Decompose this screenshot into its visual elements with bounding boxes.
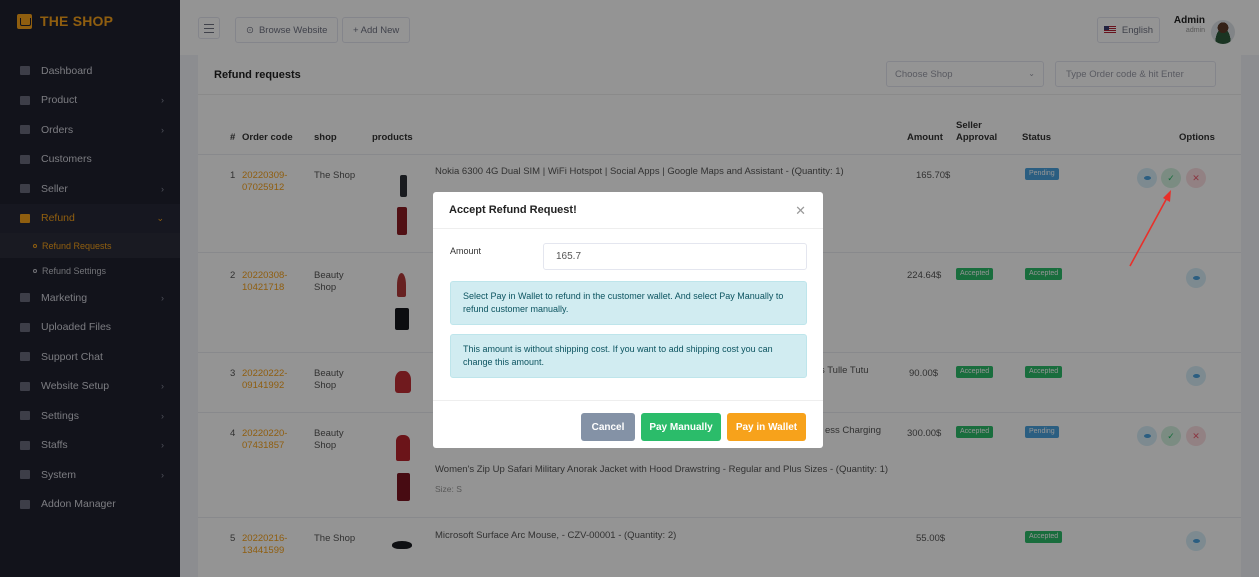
wallet-info-alert: Select Pay in Wallet to refund in the cu… bbox=[450, 281, 807, 325]
modal-footer: Cancel Pay Manually Pay in Wallet bbox=[433, 400, 823, 448]
accept-refund-modal: Accept Refund Request! ✕ Amount Select P… bbox=[433, 192, 823, 448]
shipping-info-alert: This amount is without shipping cost. If… bbox=[450, 334, 807, 378]
pay-manually-button[interactable]: Pay Manually bbox=[641, 413, 721, 441]
modal-header: Accept Refund Request! ✕ bbox=[433, 192, 823, 229]
close-icon[interactable]: ✕ bbox=[795, 203, 806, 219]
pay-in-wallet-button[interactable]: Pay in Wallet bbox=[727, 413, 806, 441]
amount-input[interactable] bbox=[543, 243, 807, 270]
amount-label: Amount bbox=[450, 246, 482, 256]
cancel-button[interactable]: Cancel bbox=[581, 413, 635, 441]
modal-title: Accept Refund Request! bbox=[449, 204, 577, 216]
